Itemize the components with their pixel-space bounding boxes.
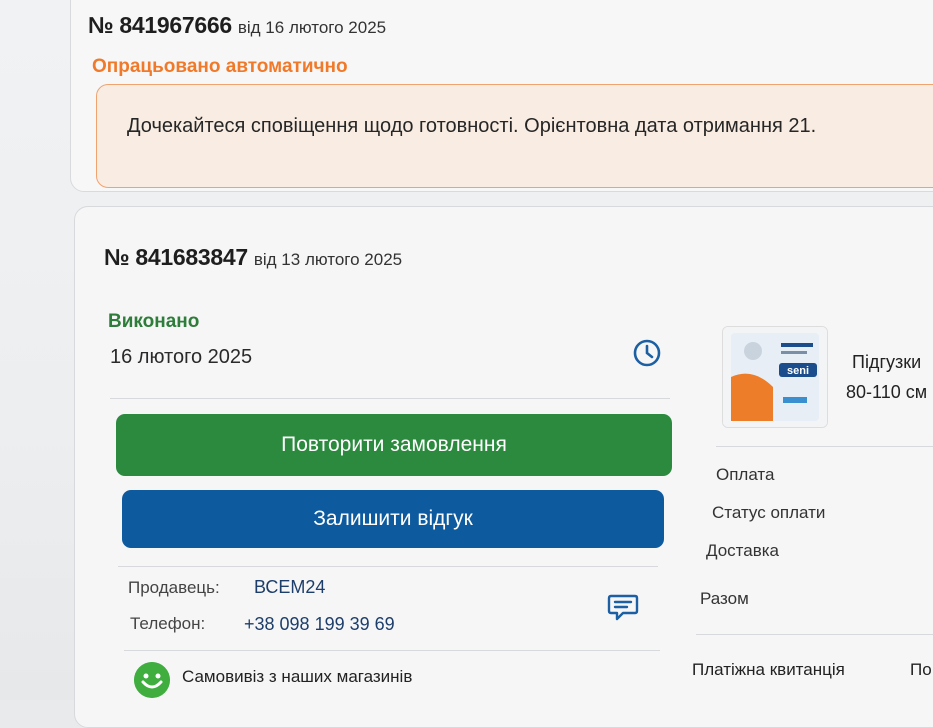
chat-icon[interactable]	[606, 592, 640, 622]
order-2-status: Виконано	[108, 311, 200, 332]
product-name[interactable]: Підгузки	[852, 352, 921, 373]
divider	[118, 566, 658, 567]
order-1-number: № 841967666	[88, 12, 232, 38]
total-label: Разом	[700, 589, 749, 608]
divider	[124, 650, 660, 651]
divider	[716, 446, 933, 447]
phone-value[interactable]: +38 098 199 39 69	[244, 614, 395, 635]
phone-label: Телефон:	[130, 614, 206, 633]
product-size: 80-110 см	[846, 382, 928, 402]
pickup-method: Самовивіз з наших магазинів	[182, 667, 413, 686]
notice-text: Дочекайтеся сповіщення щодо готовності. …	[127, 115, 817, 137]
payment-label: Оплата	[716, 465, 775, 484]
screen: № 841967666 від 16 лютого 2025 Опрацьован…	[0, 0, 933, 728]
clock-icon[interactable]	[632, 338, 662, 368]
order-1-status: Опрацьовано автоматично	[92, 56, 348, 77]
seller-label: Продавець:	[128, 578, 220, 597]
divider	[696, 634, 933, 635]
divider	[110, 398, 670, 399]
order-2-number: № 841683847	[104, 244, 248, 270]
order-1-title: № 841967666 від 16 лютого 2025	[88, 12, 386, 39]
repeat-order-button[interactable]: Повторити замовлення	[116, 414, 672, 476]
order-2-title: № 841683847 від 13 лютого 2025	[104, 244, 402, 271]
payment-status-label: Статус оплати	[712, 503, 826, 522]
pickup-icon	[134, 662, 170, 698]
order-2-date: від 13 лютого 2025	[253, 250, 403, 269]
seller-link[interactable]: ВСЕМ24	[254, 577, 325, 598]
leave-review-button[interactable]: Залишити відгук	[122, 490, 664, 548]
order-1-date: від 16 лютого 2025	[237, 18, 387, 37]
diaper-pack-icon: seni	[723, 327, 827, 427]
completed-date: 16 лютого 2025	[110, 346, 253, 368]
brand-text: seni	[787, 365, 809, 377]
product-image[interactable]: seni	[722, 326, 828, 428]
readiness-notice: Дочекайтеся сповіщення щодо готовності. …	[96, 84, 933, 188]
payment-receipt-link[interactable]: Платіжна квитанція	[692, 660, 845, 680]
delivery-label: Доставка	[706, 541, 780, 560]
receipt-extra-link[interactable]: По	[910, 660, 932, 680]
